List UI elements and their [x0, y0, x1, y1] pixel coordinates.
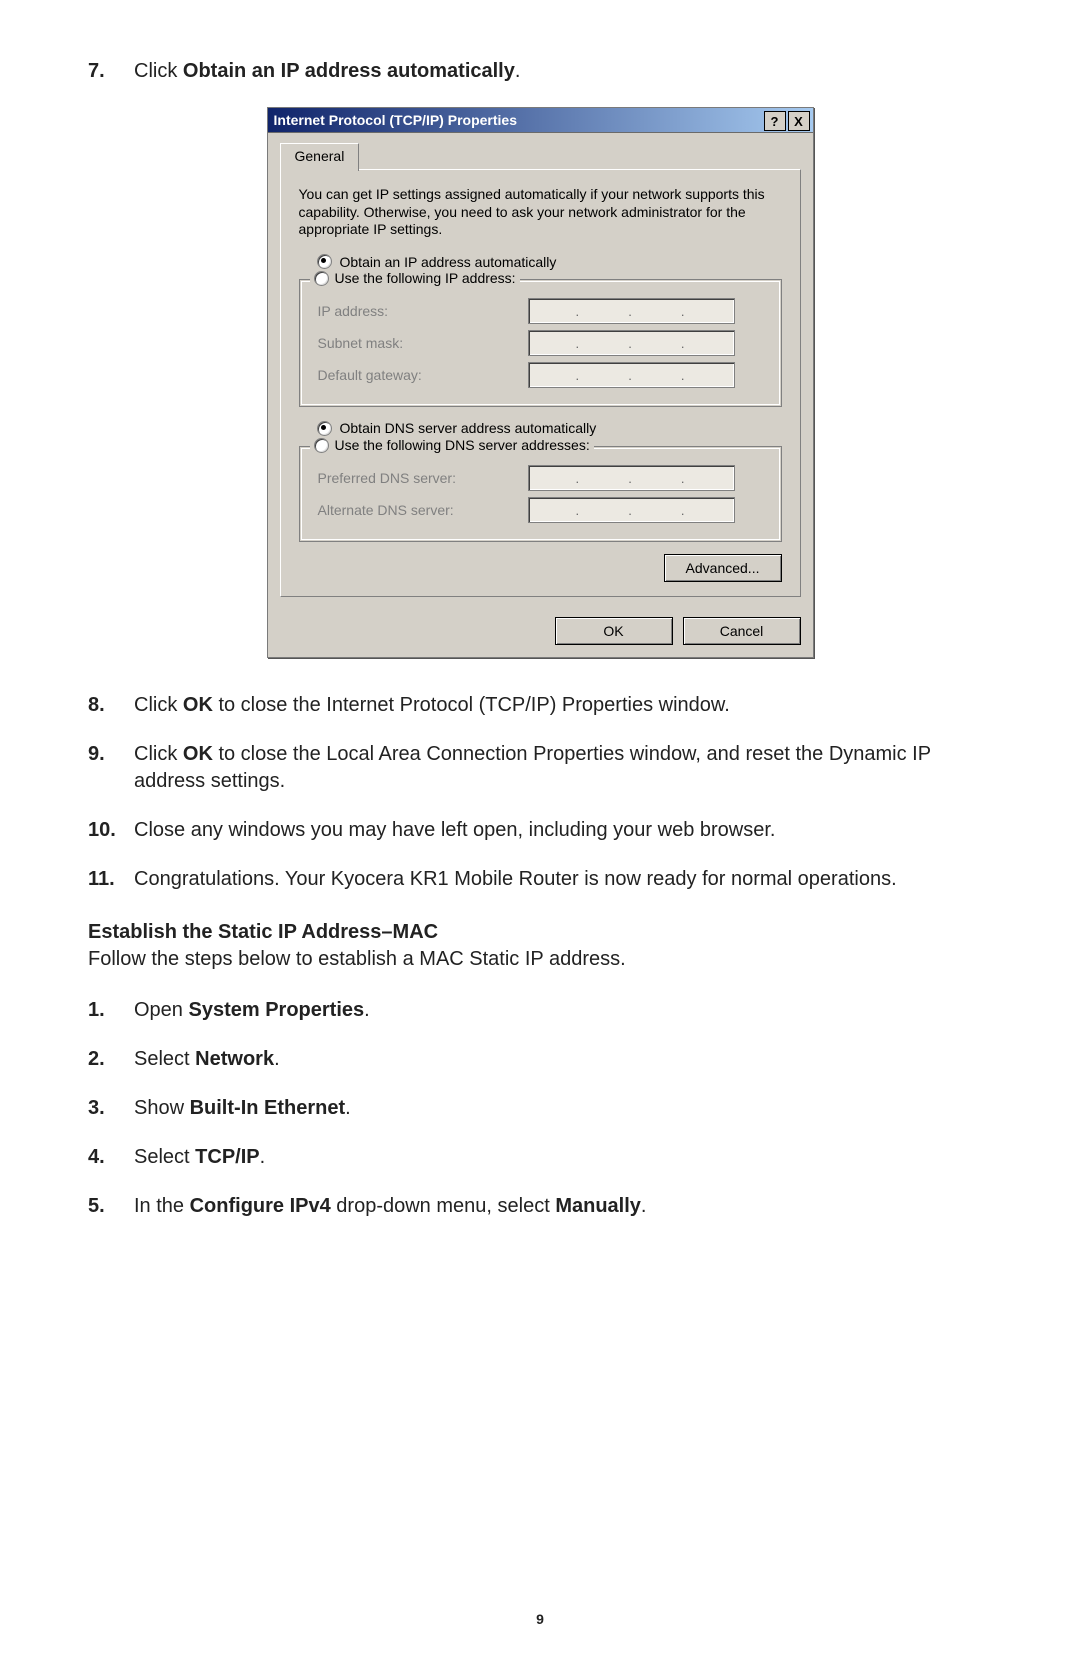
- advanced-button[interactable]: Advanced...: [664, 554, 782, 582]
- list-item: 4.Select TCP/IP.: [88, 1144, 992, 1171]
- list-item: 5.In the Configure IPv4 drop-down menu, …: [88, 1193, 992, 1220]
- subnet-mask-input[interactable]: ...: [528, 330, 735, 356]
- ok-button[interactable]: OK: [555, 617, 673, 645]
- radio-label: Use the following IP address:: [335, 269, 516, 288]
- step-7: 7. Click Obtain an IP address automatica…: [88, 58, 992, 85]
- ip-address-input[interactable]: ...: [528, 298, 735, 324]
- field-subnet-mask: Subnet mask: ...: [318, 330, 767, 356]
- group-ip-manual: Use the following IP address: IP address…: [299, 279, 782, 407]
- page-number: 9: [0, 1610, 1080, 1629]
- step-body: In the Configure IPv4 drop-down menu, se…: [134, 1193, 992, 1220]
- list-item: 9.Click OK to close the Local Area Conne…: [88, 741, 992, 795]
- tcpip-properties-dialog: Internet Protocol (TCP/IP) Properties ? …: [267, 107, 814, 658]
- step-body: Click OK to close the Internet Protocol …: [134, 692, 992, 719]
- list-item: 3.Show Built-In Ethernet.: [88, 1095, 992, 1122]
- list-item: 2.Select Network.: [88, 1046, 992, 1073]
- step-number: 10.: [88, 817, 134, 844]
- list-item: 8.Click OK to close the Internet Protoco…: [88, 692, 992, 719]
- radio-icon: [317, 254, 332, 269]
- dialog-title: Internet Protocol (TCP/IP) Properties: [274, 111, 517, 130]
- step-number: 4.: [88, 1144, 134, 1171]
- field-ip-address: IP address: ...: [318, 298, 767, 324]
- ordered-list-top: 7. Click Obtain an IP address automatica…: [88, 58, 992, 85]
- tab-panel-general: You can get IP settings assigned automat…: [280, 169, 801, 597]
- step-body: Congratulations. Your Kyocera KR1 Mobile…: [134, 866, 992, 893]
- step-body: Select TCP/IP.: [134, 1144, 992, 1171]
- section-subtext: Follow the steps below to establish a MA…: [88, 946, 992, 973]
- dialog-description: You can get IP settings assigned automat…: [299, 186, 782, 239]
- tab-general[interactable]: General: [280, 143, 360, 171]
- step-body: Click Obtain an IP address automatically…: [134, 58, 992, 85]
- preferred-dns-input[interactable]: ...: [528, 465, 735, 491]
- step-body: Select Network.: [134, 1046, 992, 1073]
- section-static-ip-mac: Establish the Static IP Address–MAC Foll…: [88, 919, 992, 973]
- step-number: 7.: [88, 58, 134, 85]
- step-number: 9.: [88, 741, 134, 795]
- list-item: 11.Congratulations. Your Kyocera KR1 Mob…: [88, 866, 992, 893]
- radio-icon: [317, 421, 332, 436]
- step-body: Click OK to close the Local Area Connect…: [134, 741, 992, 795]
- field-default-gateway: Default gateway: ...: [318, 362, 767, 388]
- dialog-titlebar: Internet Protocol (TCP/IP) Properties ? …: [268, 108, 813, 133]
- list-item: 10.Close any windows you may have left o…: [88, 817, 992, 844]
- list-item: 1.Open System Properties.: [88, 997, 992, 1024]
- step-number: 1.: [88, 997, 134, 1024]
- close-button[interactable]: X: [788, 111, 810, 131]
- radio-icon[interactable]: [314, 271, 329, 286]
- tab-strip: General: [280, 143, 801, 170]
- field-alternate-dns: Alternate DNS server: ...: [318, 497, 767, 523]
- step-body: Close any windows you may have left open…: [134, 817, 992, 844]
- section-heading: Establish the Static IP Address–MAC: [88, 919, 992, 946]
- step-number: 2.: [88, 1046, 134, 1073]
- radio-icon[interactable]: [314, 438, 329, 453]
- step-number: 8.: [88, 692, 134, 719]
- step-body: Open System Properties.: [134, 997, 992, 1024]
- alternate-dns-input[interactable]: ...: [528, 497, 735, 523]
- default-gateway-input[interactable]: ...: [528, 362, 735, 388]
- step-number: 5.: [88, 1193, 134, 1220]
- help-button[interactable]: ?: [764, 111, 786, 131]
- field-preferred-dns: Preferred DNS server: ...: [318, 465, 767, 491]
- radio-label: Use the following DNS server addresses:: [335, 436, 590, 455]
- step-number: 3.: [88, 1095, 134, 1122]
- step-body: Show Built-In Ethernet.: [134, 1095, 992, 1122]
- ordered-list-mid: 8.Click OK to close the Internet Protoco…: [88, 692, 992, 893]
- group-dns-manual: Use the following DNS server addresses: …: [299, 446, 782, 542]
- cancel-button[interactable]: Cancel: [683, 617, 801, 645]
- step-number: 11.: [88, 866, 134, 893]
- ordered-list-mac: 1.Open System Properties.2.Select Networ…: [88, 997, 992, 1220]
